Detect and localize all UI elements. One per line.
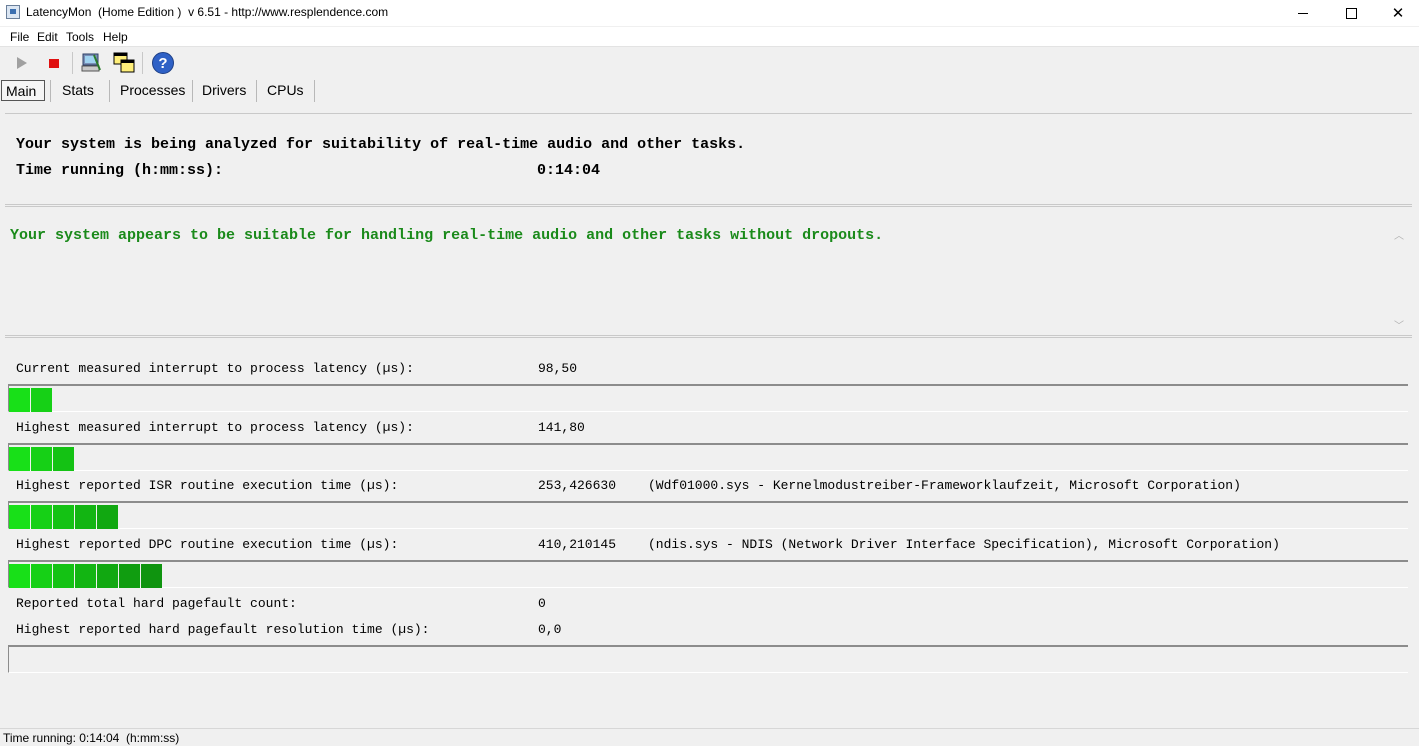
pagefault-count-label: Reported total hard pagefault count: [16,596,297,611]
scroll-up-icon[interactable]: ︿ [1394,227,1404,242]
bar-segment [31,505,52,529]
bar-segment [53,505,74,529]
bar-segment [97,564,118,588]
bar-segment [9,388,30,412]
stop-button[interactable] [42,51,66,75]
menu-file[interactable]: File [10,30,29,44]
tab-separator [50,80,51,102]
bar-segment [53,564,74,588]
pagefault-time-value: 0,0 [538,622,562,637]
help-icon: ? [152,52,174,74]
analysis-message: Your system is being analyzed for suitab… [16,136,746,153]
tab-separator [192,80,193,102]
menu-help[interactable]: Help [103,30,128,44]
tab-main[interactable]: Main [1,80,45,101]
minimize-button[interactable] [1280,0,1326,26]
pagefault-count-value: 0 [538,596,546,611]
maximize-button[interactable] [1328,0,1374,26]
toolbar-separator [72,52,73,74]
pagefault-time-label: Highest reported hard pagefault resoluti… [16,622,430,637]
windows-icon [113,52,135,73]
status-bar: Time running: 0:14:04 (h:mm:ss) [0,728,1419,746]
current-latency-value: 98,50 [538,361,578,376]
bar-segment [97,505,118,529]
bar-segment [9,564,30,588]
time-running-label: Time running (h:mm:ss): [16,162,224,179]
help-button[interactable]: ? [151,51,175,75]
toolbar: ? [0,47,1419,79]
close-button[interactable]: ✕ [1375,0,1419,26]
tab-strip: Main Stats Processes Drivers CPUs [0,80,1419,102]
stop-icon [49,58,59,68]
highest-latency-label: Highest measured interrupt to process la… [16,420,414,435]
start-button[interactable] [10,51,34,75]
isr-time-value: 253,426630 [538,478,617,493]
toolbar-separator [142,52,143,74]
app-icon [6,5,20,19]
bar-segment [31,447,52,471]
bar-segment [31,388,52,412]
drivers-icon [81,53,101,72]
close-icon: ✕ [1391,5,1405,22]
dpc-time-bar [8,560,1408,588]
status-text: Time running: 0:14:04 (h:mm:ss) [3,731,180,745]
bar-segment [9,505,30,529]
menu-edit[interactable]: Edit [37,30,58,44]
current-latency-bar [8,384,1408,412]
bar-segment [75,505,96,529]
windows-button[interactable] [112,51,136,75]
bar-segment [31,564,52,588]
play-icon [17,57,27,69]
verdict-message: Your system appears to be suitable for h… [10,227,884,244]
window-title: LatencyMon (Home Edition ) v 6.51 - http… [26,5,389,19]
dpc-time-label: Highest reported DPC routine execution t… [16,537,399,552]
dpc-driver-info: (ndis.sys - NDIS (Network Driver Interfa… [648,537,1280,552]
current-latency-label: Current measured interrupt to process la… [16,361,414,376]
tab-cpus[interactable]: CPUs [267,80,304,101]
drivers-button[interactable] [79,51,103,75]
verdict-panel[interactable]: Your system appears to be suitable for h… [5,206,1412,336]
time-running-value: 0:14:04 [537,162,601,179]
bar-segment [53,447,74,471]
tab-drivers[interactable]: Drivers [202,80,246,101]
tab-separator [109,80,110,102]
metrics-panel: Current measured interrupt to process la… [5,337,1412,722]
highest-latency-value: 141,80 [538,420,585,435]
title-bar: LatencyMon (Home Edition ) v 6.51 - http… [0,0,1419,26]
minimize-icon [1298,12,1308,14]
highest-latency-bar [8,443,1408,471]
menu-bar: File Edit Tools Help [0,27,1419,47]
scroll-down-icon[interactable]: ﹀ [1394,317,1404,332]
isr-time-label: Highest reported ISR routine execution t… [16,478,399,493]
pagefault-time-bar [8,645,1408,673]
maximize-icon [1345,7,1357,19]
dpc-time-value: 410,210145 [538,537,617,552]
analysis-panel: Your system is being analyzed for suitab… [5,113,1412,205]
bar-segment [75,564,96,588]
tab-separator [314,80,315,102]
tab-processes[interactable]: Processes [120,80,185,101]
bar-segment [119,564,140,588]
tab-stats[interactable]: Stats [62,80,94,101]
isr-time-bar [8,501,1408,529]
isr-driver-info: (Wdf01000.sys - Kernelmodustreiber-Frame… [648,478,1241,493]
bar-segment [141,564,162,588]
tab-separator [256,80,257,102]
bar-segment [9,447,30,471]
menu-tools[interactable]: Tools [66,30,94,44]
